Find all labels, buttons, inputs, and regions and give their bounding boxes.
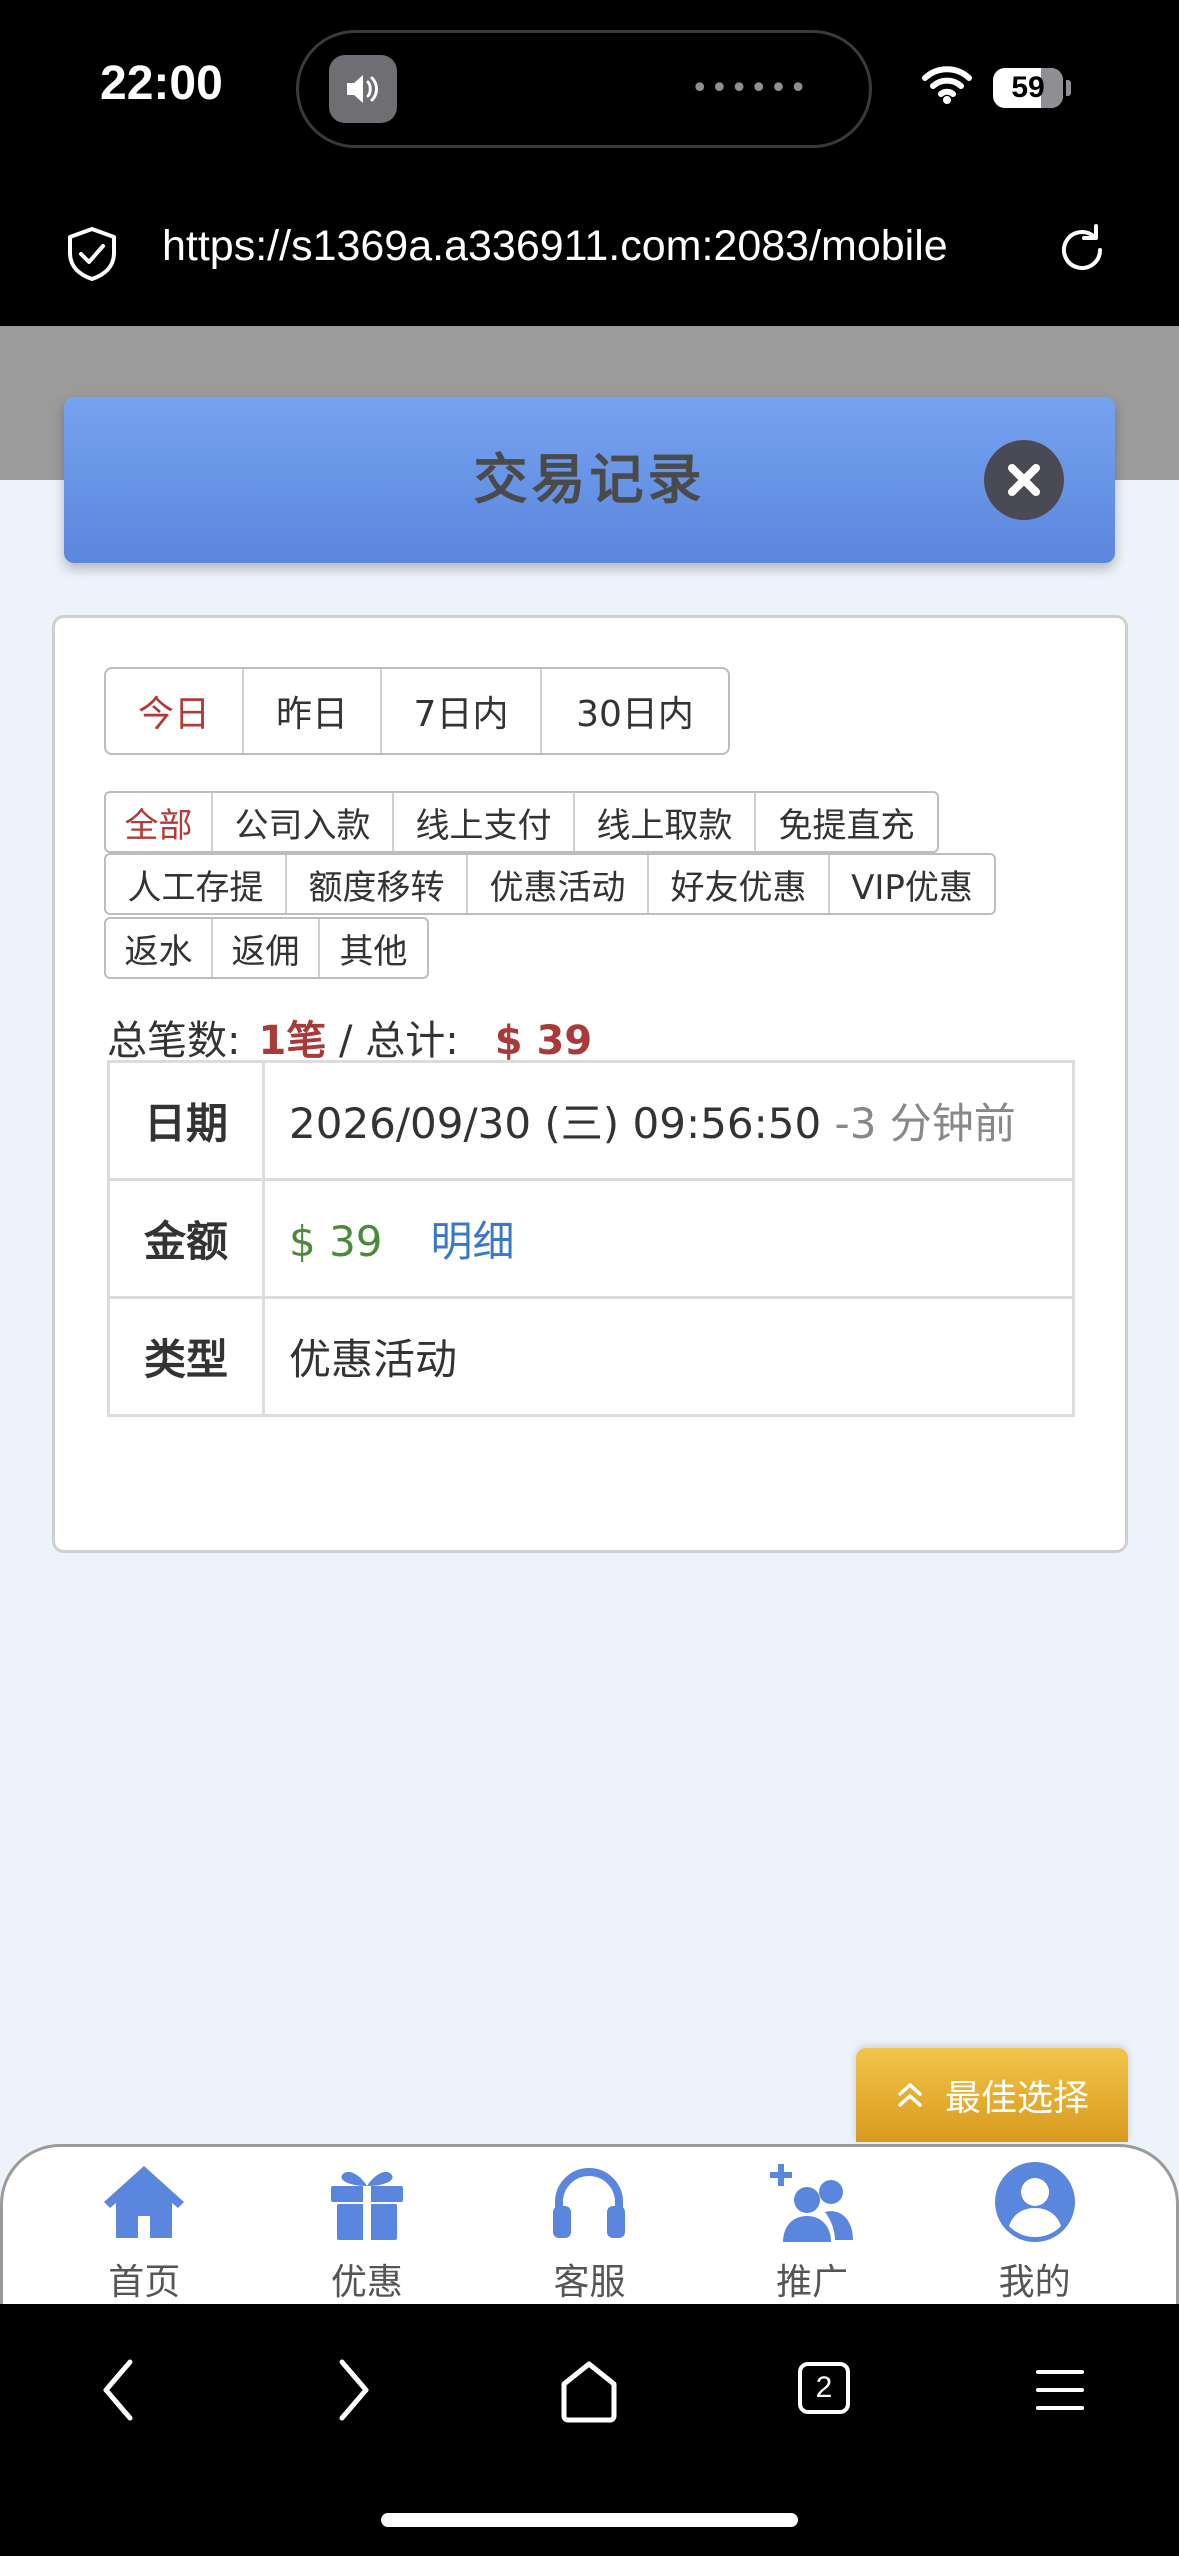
type-filter-vip-bonus[interactable]: VIP优惠	[830, 855, 994, 913]
status-time: 22:00	[100, 57, 223, 110]
type-filter-row-2: 人工存提 额度移转 优惠活动 好友优惠 VIP优惠	[104, 853, 996, 915]
user-icon	[993, 2157, 1077, 2247]
amount-key: 金额	[107, 1178, 265, 1299]
table-row: 金额 $ 39 明细	[107, 1178, 1075, 1299]
type-filter-other[interactable]: 其他	[320, 919, 427, 977]
battery-tip	[1066, 80, 1071, 96]
type-filter-manual[interactable]: 人工存提	[106, 855, 287, 913]
dynamic-island: ••••••	[296, 30, 872, 148]
amount-value: $ 39	[289, 1217, 383, 1266]
type-filter-company-deposit[interactable]: 公司入款	[213, 793, 394, 851]
gift-icon	[327, 2157, 407, 2247]
tab-promotions[interactable]: 优惠	[267, 2147, 467, 2304]
double-chevron-up-icon	[898, 2083, 922, 2107]
date-relative: -3 分钟前	[834, 1099, 1016, 1148]
tab-label: 客服	[553, 2262, 626, 2303]
type-key: 类型	[107, 1296, 265, 1417]
type-filter-row-3: 返水 返佣 其他	[104, 917, 429, 979]
table-row: 日期 2026/09/30 (三) 09:56:50 -3 分钟前	[107, 1060, 1075, 1181]
date-cell: 2026/09/30 (三) 09:56:50 -3 分钟前	[262, 1060, 1075, 1181]
type-filter-direct-recharge[interactable]: 免提直充	[756, 793, 937, 851]
type-filter-transfer[interactable]: 额度移转	[287, 855, 468, 913]
tab-label: 推广	[776, 2262, 849, 2303]
tab-label: 我的	[998, 2262, 1071, 2303]
date-filter-7days[interactable]: 7日内	[382, 669, 542, 753]
tabs-count-icon[interactable]: 2	[798, 2362, 850, 2414]
wifi-icon	[922, 66, 972, 104]
modal-title: 交易记录	[473, 448, 706, 511]
tab-support[interactable]: 客服	[489, 2147, 689, 2304]
menu-icon[interactable]	[1034, 2364, 1086, 2416]
add-users-icon	[767, 2157, 857, 2247]
headset-icon	[547, 2157, 631, 2247]
amount-cell: $ 39 明细	[262, 1178, 1075, 1299]
reload-icon[interactable]	[1054, 222, 1110, 278]
status-bar: 22:00 •••••• 59	[0, 0, 1179, 176]
date-filter-yesterday[interactable]: 昨日	[244, 669, 382, 753]
shield-check-icon[interactable]	[66, 226, 118, 282]
close-icon[interactable]	[984, 440, 1064, 520]
web-page: 交易记录 今日 昨日 7日内 30日内 全部 公司入款 线上支付 线上取款 免提…	[0, 326, 1179, 2304]
best-choice-label: 最佳选择	[944, 2078, 1089, 2119]
date-filter-group: 今日 昨日 7日内 30日内	[104, 667, 730, 755]
record-table: 日期 2026/09/30 (三) 09:56:50 -3 分钟前 金额 $ 3…	[107, 1060, 1075, 1417]
tab-profile[interactable]: 我的	[935, 2147, 1135, 2304]
type-filter-friend-bonus[interactable]: 好友优惠	[649, 855, 830, 913]
count-label: 总笔数:	[107, 1018, 241, 1064]
tab-label: 首页	[108, 2262, 181, 2303]
home-indicator	[381, 2513, 798, 2527]
date-key: 日期	[107, 1060, 265, 1181]
speaker-icon	[329, 55, 397, 123]
count-value: 1笔	[258, 1018, 327, 1064]
records-card: 今日 昨日 7日内 30日内 全部 公司入款 线上支付 线上取款 免提直充 人工…	[52, 615, 1128, 1553]
back-icon[interactable]	[98, 2354, 138, 2426]
date-filter-30days[interactable]: 30日内	[542, 669, 728, 753]
tab-referral[interactable]: 推广	[712, 2147, 912, 2304]
forward-icon[interactable]	[334, 2354, 374, 2426]
summary-separator: /	[339, 1018, 353, 1064]
type-filter-rebate[interactable]: 返水	[106, 919, 213, 977]
detail-link[interactable]: 明细	[431, 1217, 515, 1266]
type-filter-row-1: 全部 公司入款 线上支付 线上取款 免提直充	[104, 791, 939, 853]
modal-header: 交易记录	[64, 397, 1115, 563]
summary-line: 总笔数: 1笔 / 总计: $ 39	[107, 1008, 592, 1066]
type-filter-online-withdraw[interactable]: 线上取款	[575, 793, 756, 851]
island-dots: ••••••	[690, 71, 809, 106]
bottom-tabbar: 首页 优惠 客服 推广 我的	[0, 2144, 1179, 2304]
type-filter-promotion[interactable]: 优惠活动	[468, 855, 649, 913]
tab-label: 优惠	[330, 2262, 403, 2303]
url-text[interactable]: https://s1369a.a336911.com:2083/mobile	[162, 222, 1020, 271]
type-filter-all[interactable]: 全部	[106, 793, 213, 851]
type-value: 优惠活动	[262, 1296, 1075, 1417]
date-value: 2026/09/30 (三) 09:56:50	[289, 1099, 822, 1148]
battery-icon: 59	[993, 68, 1063, 108]
tab-home[interactable]: 首页	[44, 2147, 244, 2304]
best-choice-button[interactable]: 最佳选择	[856, 2048, 1128, 2142]
type-filter-commission[interactable]: 返佣	[213, 919, 320, 977]
total-label: 总计:	[365, 1018, 459, 1064]
date-filter-today[interactable]: 今日	[106, 669, 244, 753]
type-filter-online-payment[interactable]: 线上支付	[394, 793, 575, 851]
url-bar[interactable]: https://s1369a.a336911.com:2083/mobile	[0, 176, 1179, 326]
table-row: 类型 优惠活动	[107, 1296, 1075, 1417]
total-value: $ 39	[494, 1018, 593, 1064]
home-nav-icon[interactable]	[558, 2354, 620, 2426]
home-icon	[102, 2157, 186, 2247]
battery-level: 59	[1011, 71, 1045, 104]
